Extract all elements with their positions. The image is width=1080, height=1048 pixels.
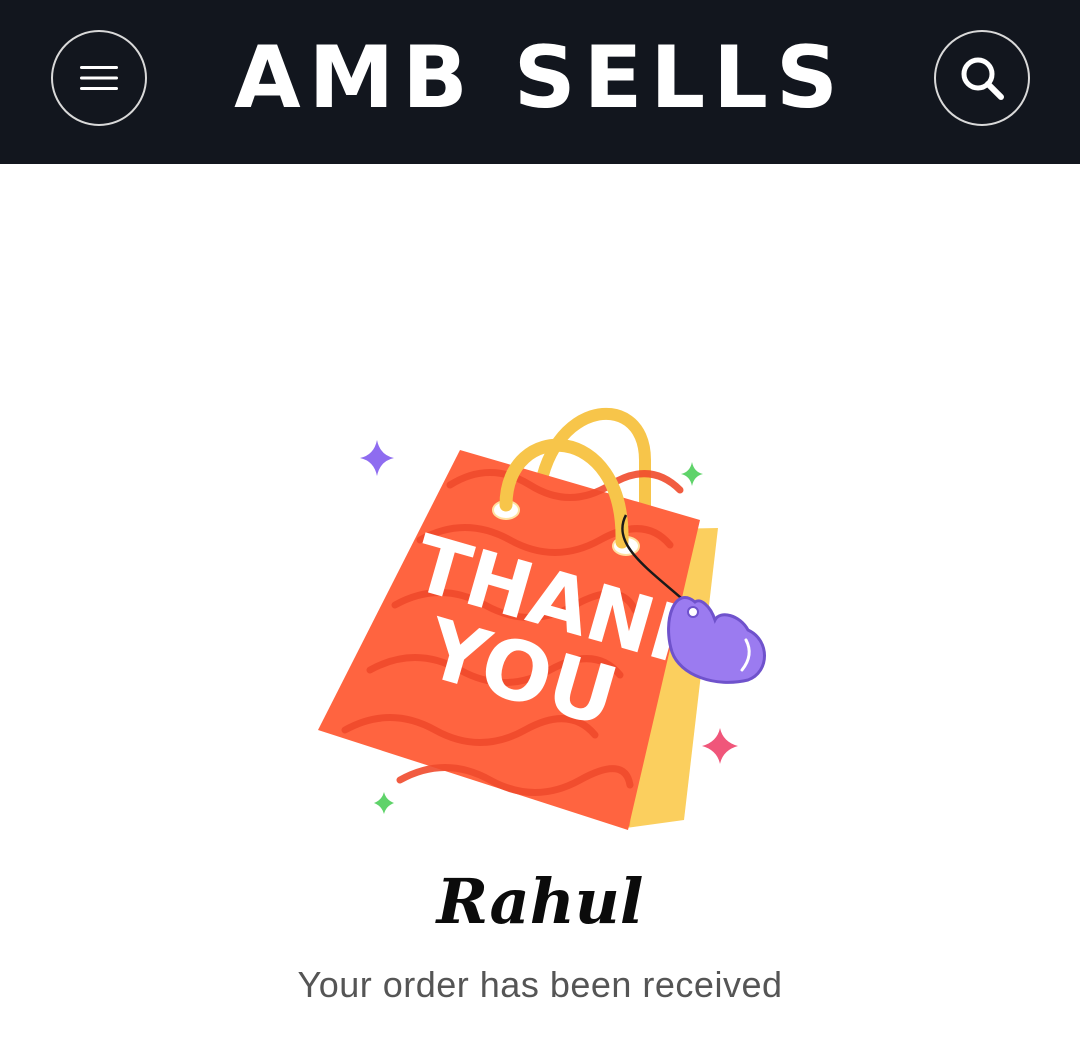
brand-logo[interactable]: AMB SELLS (0, 30, 1080, 126)
thank-you-bag-illustration: THANK YOU (318, 407, 766, 830)
sparkle-purple-icon (360, 440, 394, 476)
app-header: AMB SELLS (0, 0, 1080, 164)
search-icon (961, 57, 1004, 100)
sparkle-pink-icon (702, 728, 738, 764)
customer-name: Rahul (436, 865, 644, 938)
search-button[interactable] (934, 30, 1030, 126)
sparkle-green-small-icon (374, 792, 394, 814)
order-received-message: Your order has been received (297, 964, 783, 1005)
sparkle-green-icon (681, 462, 703, 486)
